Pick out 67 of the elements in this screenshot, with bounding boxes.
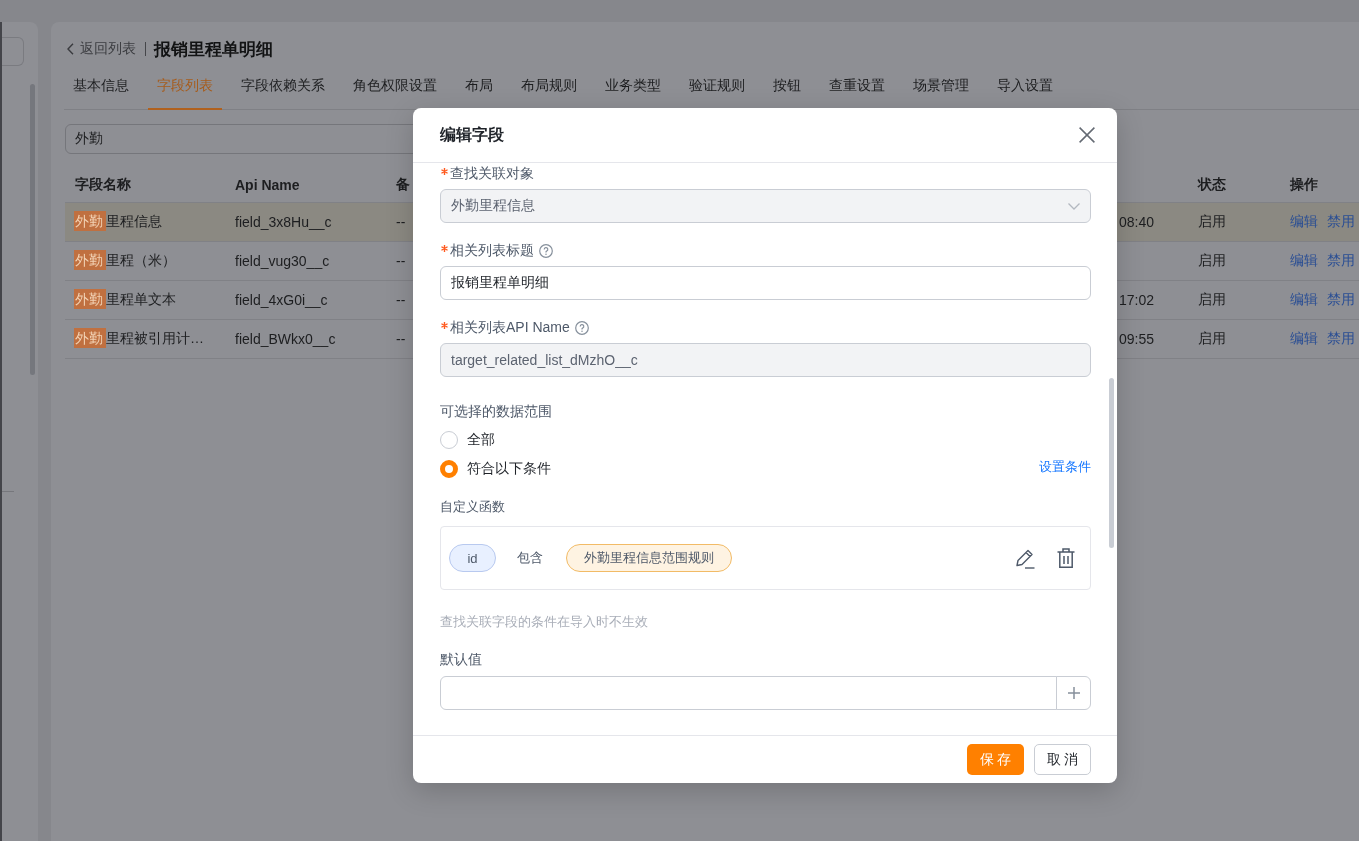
tab[interactable]: 字段依赖关系	[232, 62, 334, 110]
table-cell: 启用	[1198, 213, 1226, 231]
table-cell: --	[396, 331, 406, 347]
table-cell: 外勤 里程信息	[74, 213, 162, 231]
cancel-button[interactable]: 取 消	[1034, 744, 1091, 775]
table-cell: 启用	[1198, 252, 1226, 270]
close-button[interactable]	[1079, 127, 1095, 143]
dialog-title: 编辑字段	[440, 124, 504, 145]
field-tag: id	[449, 544, 496, 572]
radio-icon[interactable]	[440, 431, 458, 449]
tab[interactable]: 导入设置	[988, 62, 1062, 110]
radio-option[interactable]: 全部	[440, 431, 495, 449]
scrollbar-thumb[interactable]	[1109, 378, 1114, 548]
page-title: 报销里程单明细	[154, 38, 273, 61]
radio-icon[interactable]	[440, 460, 458, 478]
tab[interactable]: 角色权限设置	[344, 62, 446, 110]
field-label: 查找关联对象	[450, 165, 534, 183]
operator-text: 包含	[517, 549, 543, 567]
table-cell: field_BWkx0__c	[235, 331, 336, 347]
field-label: 默认值	[440, 650, 483, 669]
field-label: 相关列表API Name	[450, 319, 570, 337]
column-header: 操作	[1290, 175, 1318, 194]
trash-icon[interactable]	[1057, 548, 1075, 568]
tab[interactable]: 查重设置	[820, 62, 894, 110]
field-label: 相关列表标题	[450, 242, 534, 260]
table-cell: 外勤 里程单文本	[74, 291, 176, 309]
table-cell: 启用	[1198, 291, 1226, 309]
back-link[interactable]: 返回列表	[67, 40, 136, 58]
section-label: 可选择的数据范围	[440, 402, 553, 421]
table-cell: --	[396, 253, 406, 269]
tab[interactable]: 布局	[456, 62, 502, 110]
column-header: 字段名称	[75, 175, 131, 194]
table-cell: 外勤 里程被引用计…	[74, 330, 204, 348]
table-cell: --	[396, 292, 406, 308]
chevron-left-icon	[67, 43, 74, 55]
set-condition-link[interactable]: 设置条件	[1039, 457, 1091, 476]
default-value-input[interactable]	[440, 676, 1057, 710]
plus-icon[interactable]	[1067, 687, 1080, 699]
table-cell: 08:40	[1119, 214, 1155, 230]
function-tag: 外勤里程信息范围规则	[566, 544, 732, 572]
search-field[interactable]	[2, 37, 24, 66]
radio-option[interactable]: 符合以下条件	[440, 460, 551, 478]
table-cell: 17:02	[1119, 292, 1155, 308]
table-cell: field_4xG0i__c	[235, 292, 328, 308]
tab[interactable]: 业务类型	[596, 62, 670, 110]
scrollbar-thumb[interactable]	[30, 84, 35, 375]
table-cell: 外勤 里程（米）	[74, 252, 176, 270]
chevron-down-icon	[1068, 202, 1080, 210]
tab[interactable]: 按钮	[764, 62, 810, 110]
column-header: 备	[396, 175, 410, 194]
tab[interactable]: 验证规则	[680, 62, 754, 110]
table-cell: field_vug30__c	[235, 253, 330, 269]
table-cell: 09:55	[1119, 331, 1155, 347]
hint-text: 查找关联字段的条件在导入时不生效	[440, 613, 649, 631]
table-cell: field_3x8Hu__c	[235, 214, 332, 230]
column-header: Api Name	[235, 176, 300, 193]
section-label: 自定义函数	[440, 498, 506, 516]
table-cell: 启用	[1198, 330, 1226, 348]
tab[interactable]: 布局规则	[512, 62, 586, 110]
help-icon[interactable]	[539, 244, 553, 258]
table-cell: --	[396, 214, 406, 230]
column-header: 状态	[1198, 175, 1226, 194]
add-button[interactable]	[1056, 676, 1091, 710]
text-input[interactable]: 报销里程单明细	[440, 266, 1091, 300]
pencil-icon[interactable]	[1015, 547, 1035, 569]
tab[interactable]: 基本信息	[64, 62, 138, 110]
tab[interactable]: 场景管理	[904, 62, 978, 110]
